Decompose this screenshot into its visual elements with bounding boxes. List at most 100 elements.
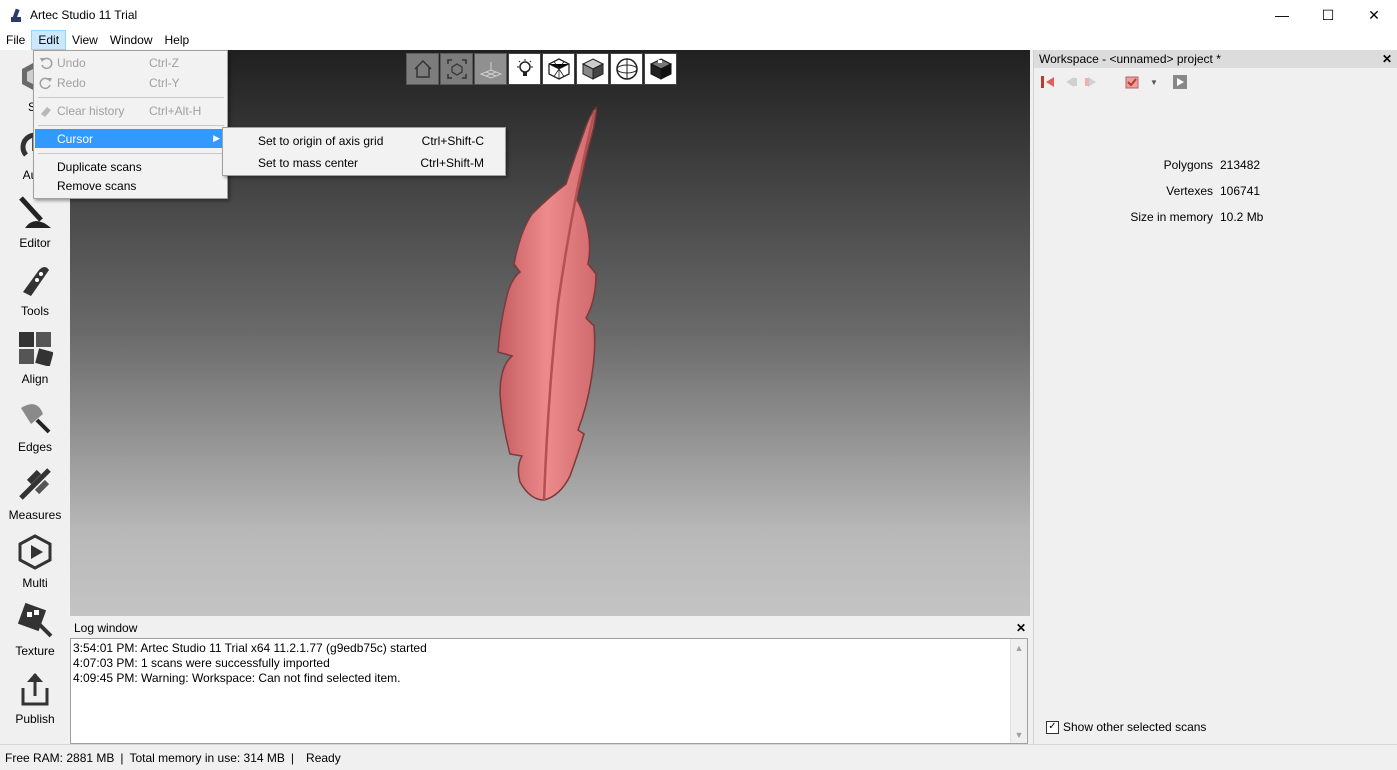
puzzle-align-icon — [15, 328, 55, 368]
log-line: 4:07:03 PM: 1 scans were successfully im… — [73, 656, 330, 670]
tool-edges[interactable]: Edges — [0, 390, 70, 458]
submenu-arrow-icon: ▶ — [213, 133, 220, 143]
scroll-down-icon[interactable]: ▼ — [1011, 726, 1027, 743]
home-view-button[interactable] — [406, 53, 439, 85]
cursor-submenu: Set to origin of axis grid Ctrl+Shift-C … — [222, 127, 506, 176]
sphere-icon — [615, 58, 638, 80]
edit-dropdown-menu: Undo Ctrl-Z Redo Ctrl-Y Clear history Ct… — [33, 50, 228, 199]
menu-clear-history-shortcut: Ctrl+Alt-H — [149, 103, 202, 118]
grid-icon — [479, 62, 502, 79]
menu-view[interactable]: View — [66, 30, 104, 50]
workspace-close-icon[interactable]: ✕ — [1382, 52, 1392, 66]
play-icon[interactable] — [1171, 73, 1189, 91]
menu-window[interactable]: Window — [104, 30, 159, 50]
log-title: Log window — [74, 620, 138, 635]
total-memory: Total memory in use: 314 MB — [129, 750, 285, 765]
texture-icon — [15, 600, 55, 640]
log-close-icon[interactable]: ✕ — [1016, 621, 1026, 635]
show-other-scans-label: Show other selected scans — [1063, 720, 1207, 734]
menu-remove-scans[interactable]: Remove scans — [35, 176, 226, 195]
tool-tools-label: Tools — [20, 304, 49, 318]
lighting-button[interactable] — [508, 53, 541, 85]
textured-view-button[interactable] — [644, 53, 677, 85]
tool-measures[interactable]: Measures — [0, 458, 70, 526]
tool-publish[interactable]: Publish — [0, 662, 70, 730]
close-button[interactable]: ✕ — [1351, 0, 1397, 30]
fit-view-button[interactable] — [440, 53, 473, 85]
checkbox-box[interactable]: ✓ — [1046, 720, 1059, 734]
menu-file[interactable]: File — [0, 30, 31, 50]
status-state: Ready — [306, 750, 341, 765]
log-line: 3:54:01 PM: Artec Studio 11 Trial x64 11… — [73, 641, 427, 655]
dropdown-arrow-icon[interactable]: ▼ — [1145, 73, 1163, 91]
knife-tools-icon — [15, 260, 55, 300]
tool-multi[interactable]: Multi — [0, 526, 70, 594]
trowel-edges-icon — [15, 396, 55, 436]
menu-set-mass-shortcut: Ctrl+Shift-M — [420, 156, 484, 170]
home-view-icon — [413, 59, 432, 78]
menu-redo[interactable]: Redo Ctrl-Y — [35, 73, 226, 92]
workspace-header: Workspace - <unnamed> project * ✕ — [1034, 50, 1397, 68]
menu-duplicate-label: Duplicate scans — [57, 159, 142, 174]
view-toolbar — [406, 53, 677, 85]
tool-texture[interactable]: Texture — [0, 594, 70, 662]
menu-set-origin[interactable]: Set to origin of axis grid Ctrl+Shift-C — [224, 131, 504, 151]
menu-duplicate-scans[interactable]: Duplicate scans — [35, 157, 226, 176]
menu-cursor[interactable]: Cursor ▶ — [35, 129, 226, 148]
light-bulb-icon — [516, 59, 533, 76]
menu-remove-label: Remove scans — [57, 178, 137, 193]
wireframe-view-button[interactable] — [542, 53, 575, 85]
tool-tools[interactable]: Tools — [0, 254, 70, 322]
stat-key: Polygons — [1163, 158, 1213, 172]
menu-set-mass-label: Set to mass center — [258, 156, 359, 170]
free-ram: Free RAM: 2881 MB — [5, 750, 115, 765]
minimize-button[interactable]: — — [1259, 0, 1305, 30]
menu-separator — [38, 153, 224, 154]
log-window: Log window ✕ 3:54:01 PM: Artec Studio 11… — [70, 619, 1030, 745]
publish-upload-icon — [15, 668, 55, 708]
workspace-toolbar: ▼ — [1034, 68, 1397, 96]
tool-edges-label: Edges — [17, 440, 53, 454]
tool-measures-label: Measures — [8, 508, 62, 522]
fit-view-icon — [446, 59, 467, 79]
menu-set-mass-center[interactable]: Set to mass center Ctrl+Shift-M — [224, 153, 504, 173]
log-line: 4:09:45 PM: Warning: Workspace: Can not … — [73, 671, 401, 685]
log-scrollbar[interactable]: ▲ ▼ — [1010, 639, 1027, 743]
window-title: Artec Studio 11 Trial — [30, 8, 138, 22]
menu-help[interactable]: Help — [159, 30, 196, 50]
menu-separator — [38, 125, 224, 126]
sphere-view-button[interactable] — [610, 53, 643, 85]
menu-set-origin-label: Set to origin of axis grid — [258, 134, 384, 148]
menu-edit[interactable]: Edit — [31, 30, 67, 50]
menu-undo-shortcut: Ctrl-Z — [149, 55, 179, 70]
workspace-title: Workspace - <unnamed> project * — [1039, 52, 1221, 66]
move-back-icon[interactable] — [1061, 73, 1079, 91]
multi-icon — [15, 532, 55, 572]
feather-model[interactable] — [492, 104, 604, 504]
tool-align[interactable]: Align — [0, 322, 70, 390]
move-forward-icon[interactable] — [1083, 73, 1101, 91]
log-header: Log window ✕ — [70, 619, 1030, 636]
stat-memory: Size in memory 10.2 Mb — [1034, 210, 1397, 224]
menu-separator — [38, 97, 224, 98]
menu-clear-history[interactable]: Clear history Ctrl+Alt-H — [35, 101, 226, 120]
wireframe-cube-icon — [547, 58, 570, 80]
maximize-button[interactable]: ☐ — [1305, 0, 1351, 30]
tool-editor-label: Editor — [19, 236, 51, 250]
grid-toggle-button[interactable] — [474, 53, 507, 85]
caliper-measures-icon — [15, 464, 55, 504]
menu-bar: File Edit View Window Help — [0, 30, 1397, 50]
menu-redo-shortcut: Ctrl-Y — [149, 75, 180, 90]
menu-undo-label: Undo — [57, 55, 86, 70]
show-other-scans-checkbox[interactable]: ✓ Show other selected scans — [1046, 720, 1206, 734]
menu-clear-history-label: Clear history — [57, 103, 125, 118]
menu-undo[interactable]: Undo Ctrl-Z — [35, 53, 226, 72]
menu-redo-label: Redo — [57, 75, 86, 90]
select-scans-icon[interactable] — [1123, 73, 1141, 91]
log-text-area[interactable]: 3:54:01 PM: Artec Studio 11 Trial x64 11… — [70, 638, 1028, 744]
tool-publish-label: Publish — [15, 712, 55, 726]
move-first-icon[interactable] — [1039, 73, 1057, 91]
solid-view-button[interactable] — [576, 53, 609, 85]
status-separator: | — [290, 750, 295, 765]
scroll-up-icon[interactable]: ▲ — [1011, 639, 1027, 656]
